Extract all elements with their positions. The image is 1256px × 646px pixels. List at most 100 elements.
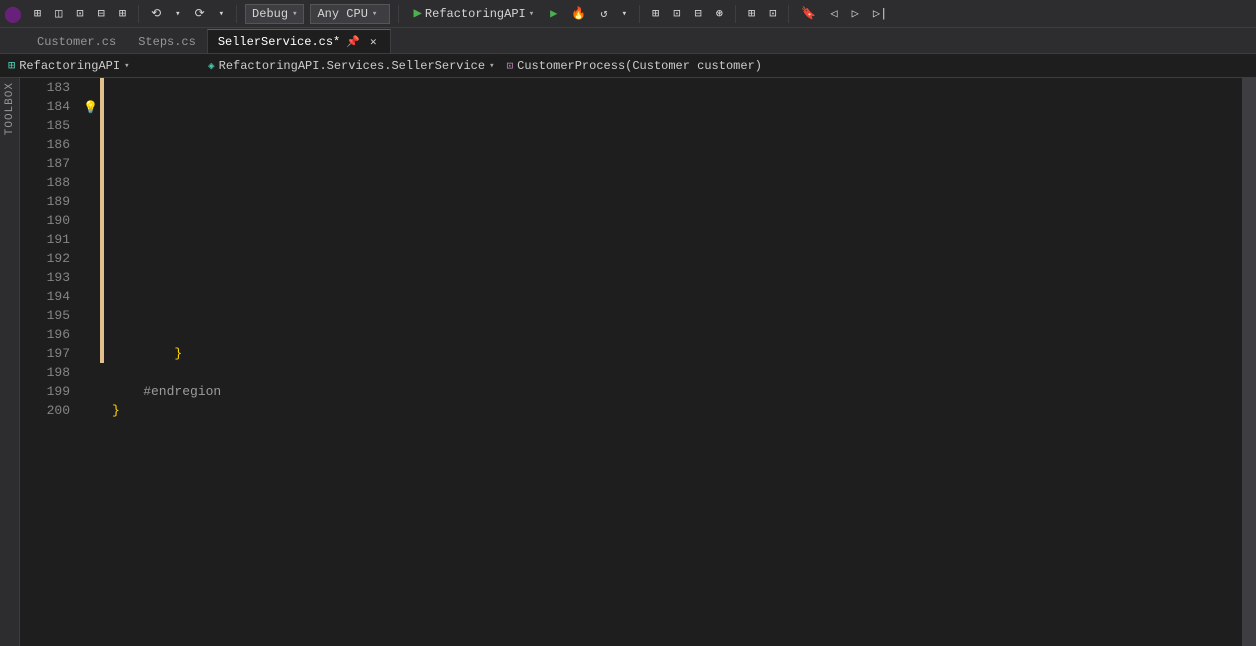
breadcrumb-service-arrow: ▾ xyxy=(489,61,494,71)
line-number: 194 xyxy=(20,287,70,306)
breadcrumb-project-arrow: ▾ xyxy=(124,61,129,71)
cpu-dropdown[interactable]: Any CPU ▾ xyxy=(310,4,390,24)
line-number: 197 xyxy=(20,344,70,363)
line-number: 189 xyxy=(20,192,70,211)
toolbar-icon-11[interactable]: ⊡ xyxy=(765,4,780,23)
main-area: Toolbox 18318418518618718818919019119219… xyxy=(0,78,1256,646)
toolbar-refresh-dropdown[interactable]: ▾ xyxy=(618,7,631,21)
redo-button[interactable]: ⟳ xyxy=(191,4,209,23)
project-run-dropdown[interactable]: ▶ RefactoringAPI ▾ xyxy=(407,3,540,24)
line-number: 195 xyxy=(20,306,70,325)
line-number: 183 xyxy=(20,78,70,97)
code-line xyxy=(112,363,1242,382)
breadcrumb-service[interactable]: ◈ RefactoringAPI.Services.SellerService … xyxy=(200,59,1256,73)
gutter-line xyxy=(80,211,100,230)
vertical-scrollbar[interactable] xyxy=(1242,78,1256,646)
toolbar-nav-back[interactable]: ◁ xyxy=(826,4,841,23)
line-number: 188 xyxy=(20,173,70,192)
sep3 xyxy=(398,5,399,23)
vs-icon[interactable]: ⬤ xyxy=(4,4,22,24)
gutter-line xyxy=(80,382,100,401)
undo-dropdown[interactable]: ▾ xyxy=(171,7,184,21)
run-icon: ▶ xyxy=(413,5,421,22)
breadcrumb-project[interactable]: ⊞ RefactoringAPI ▾ xyxy=(0,58,200,73)
toolbar-nav-forward[interactable]: ▷ xyxy=(848,4,863,23)
sep2 xyxy=(236,5,237,23)
toolbar-fire-icon[interactable]: 🔥 xyxy=(567,4,590,23)
toolbar-bookmark-icon[interactable]: 🔖 xyxy=(797,4,820,23)
toolbar-icon-4[interactable]: ⊟ xyxy=(94,4,109,23)
tab-customer-label: Customer.cs xyxy=(37,35,116,49)
line-number: 196 xyxy=(20,325,70,344)
redo-dropdown[interactable]: ▾ xyxy=(215,7,228,21)
code-line xyxy=(112,287,1242,306)
debug-arrow-icon: ▾ xyxy=(292,9,297,19)
toolbar-icon-6[interactable]: ⊞ xyxy=(648,4,663,23)
project-label: RefactoringAPI xyxy=(425,7,526,21)
toolbar-icon-1[interactable]: ⊞ xyxy=(30,4,45,23)
gutter-line xyxy=(80,287,100,306)
code-line xyxy=(112,249,1242,268)
debug-dropdown[interactable]: Debug ▾ xyxy=(245,4,304,24)
debug-label: Debug xyxy=(252,7,288,21)
breadcrumb-project-icon: ⊞ xyxy=(8,58,15,73)
toolbox-label: Toolbox xyxy=(4,82,16,135)
line-number: 186 xyxy=(20,135,70,154)
code-line xyxy=(112,211,1242,230)
code-line xyxy=(112,306,1242,325)
line-number: 192 xyxy=(20,249,70,268)
breadcrumb-method-label: CustomerProcess(Customer customer) xyxy=(517,59,762,73)
line-numbers: 1831841851861871881891901911921931941951… xyxy=(20,78,80,646)
code-line: } xyxy=(112,401,1242,420)
gutter-line xyxy=(80,401,100,420)
code-line xyxy=(112,230,1242,249)
code-line xyxy=(112,78,1242,97)
undo-button[interactable]: ⟲ xyxy=(147,4,165,23)
gutter-line xyxy=(80,116,100,135)
tab-steps-label: Steps.cs xyxy=(138,35,196,49)
gutter-line: 💡 xyxy=(80,97,100,116)
toolbar-run-2[interactable]: ▶ xyxy=(546,4,561,23)
toolbar-refresh-icon[interactable]: ↺ xyxy=(596,4,611,23)
line-number: 200 xyxy=(20,401,70,420)
breadcrumb-project-label: RefactoringAPI xyxy=(19,59,120,73)
line-number: 191 xyxy=(20,230,70,249)
code-line xyxy=(112,268,1242,287)
tab-sellerservice-close-icon[interactable]: ✕ xyxy=(366,35,380,49)
line-number: 185 xyxy=(20,116,70,135)
code-line xyxy=(112,97,1242,116)
toolbar-icon-3[interactable]: ⊡ xyxy=(72,4,87,23)
toolbar-icon-2[interactable]: ◫ xyxy=(51,4,66,23)
sep4 xyxy=(639,5,640,23)
toolbar-nav-more[interactable]: ▷| xyxy=(869,4,891,23)
gutter-line xyxy=(80,249,100,268)
sep6 xyxy=(788,5,789,23)
gutter-line xyxy=(80,78,100,97)
toolbox-strip[interactable]: Toolbox xyxy=(0,78,20,646)
toolbar-icon-8[interactable]: ⊟ xyxy=(690,4,705,23)
gutter-line xyxy=(80,268,100,287)
code-line xyxy=(112,192,1242,211)
code-content[interactable]: } #endregion} xyxy=(104,78,1242,646)
warning-indicator-icon: 💡 xyxy=(83,100,97,114)
tab-sellerservice-pin-icon[interactable]: 📌 xyxy=(346,35,360,49)
code-line xyxy=(112,173,1242,192)
code-line: #endregion xyxy=(112,382,1242,401)
gutter-line xyxy=(80,230,100,249)
code-line xyxy=(112,325,1242,344)
toolbar-icon-5[interactable]: ⊞ xyxy=(115,4,130,23)
gutter-line xyxy=(80,192,100,211)
gutter-line xyxy=(80,173,100,192)
gutter-line xyxy=(80,154,100,173)
gutter-line xyxy=(80,306,100,325)
toolbar-icon-7[interactable]: ⊡ xyxy=(669,4,684,23)
project-arrow-icon: ▾ xyxy=(529,9,534,19)
toolbar-icon-9[interactable]: ⊛ xyxy=(712,4,727,23)
tab-steps[interactable]: Steps.cs xyxy=(127,29,207,53)
line-number: 198 xyxy=(20,363,70,382)
code-line xyxy=(112,154,1242,173)
tab-customer[interactable]: Customer.cs xyxy=(26,29,127,53)
line-number: 187 xyxy=(20,154,70,173)
toolbar-icon-10[interactable]: ⊞ xyxy=(744,4,759,23)
tab-sellerservice[interactable]: SellerService.cs* 📌 ✕ xyxy=(207,29,391,53)
